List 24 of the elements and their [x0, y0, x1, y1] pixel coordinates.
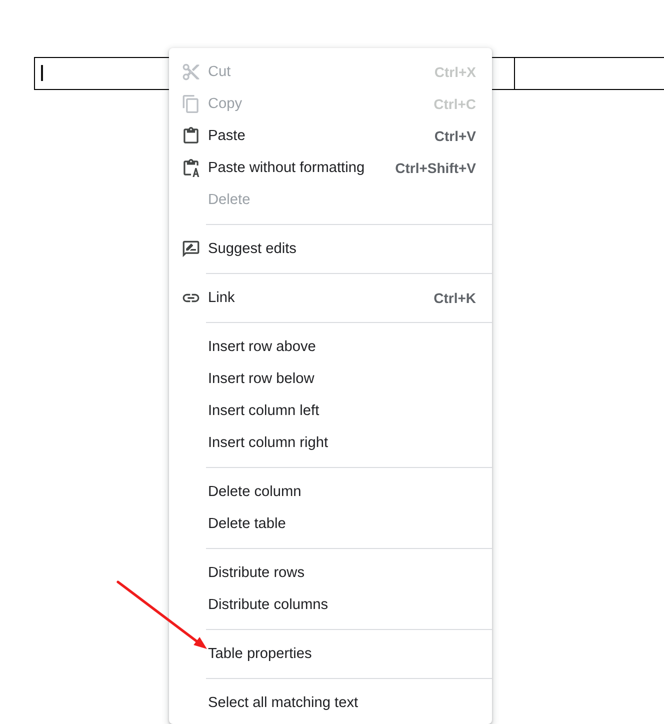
- menu-item[interactable]: Insert row above: [208, 339, 316, 355]
- clipboard-letter-icon: [182, 159, 200, 177]
- menu-item[interactable]: Select all matching text: [208, 695, 358, 711]
- comment-pencil-icon: [182, 240, 200, 258]
- keyboard-shortcut: Ctrl+C: [434, 96, 476, 112]
- menu-item[interactable]: Link: [182, 289, 235, 307]
- menu-item[interactable]: Insert column right: [208, 435, 328, 451]
- keyboard-shortcut: Ctrl+Shift+V: [395, 160, 476, 176]
- keyboard-shortcut: Ctrl+X: [434, 64, 476, 80]
- copy-icon: [182, 95, 200, 113]
- menu-item[interactable]: Table properties: [208, 646, 312, 662]
- menu-item[interactable]: Delete table: [208, 516, 286, 532]
- clipboard-icon: [182, 127, 200, 145]
- menu-item[interactable]: Suggest edits: [182, 240, 296, 258]
- menu-item[interactable]: Insert column left: [208, 403, 320, 419]
- menu-item[interactable]: Distribute columns: [208, 597, 328, 613]
- keyboard-shortcut: Ctrl+K: [434, 290, 476, 306]
- menu-item[interactable]: Paste without formatting: [182, 159, 365, 177]
- menu-item[interactable]: Delete column: [208, 484, 302, 500]
- menu-item[interactable]: Distribute rows: [208, 565, 305, 581]
- menu-item[interactable]: Paste: [182, 127, 246, 145]
- menu-item[interactable]: Insert row below: [208, 371, 314, 387]
- keyboard-shortcut: Ctrl+V: [434, 128, 476, 144]
- scissors-icon: [182, 63, 200, 81]
